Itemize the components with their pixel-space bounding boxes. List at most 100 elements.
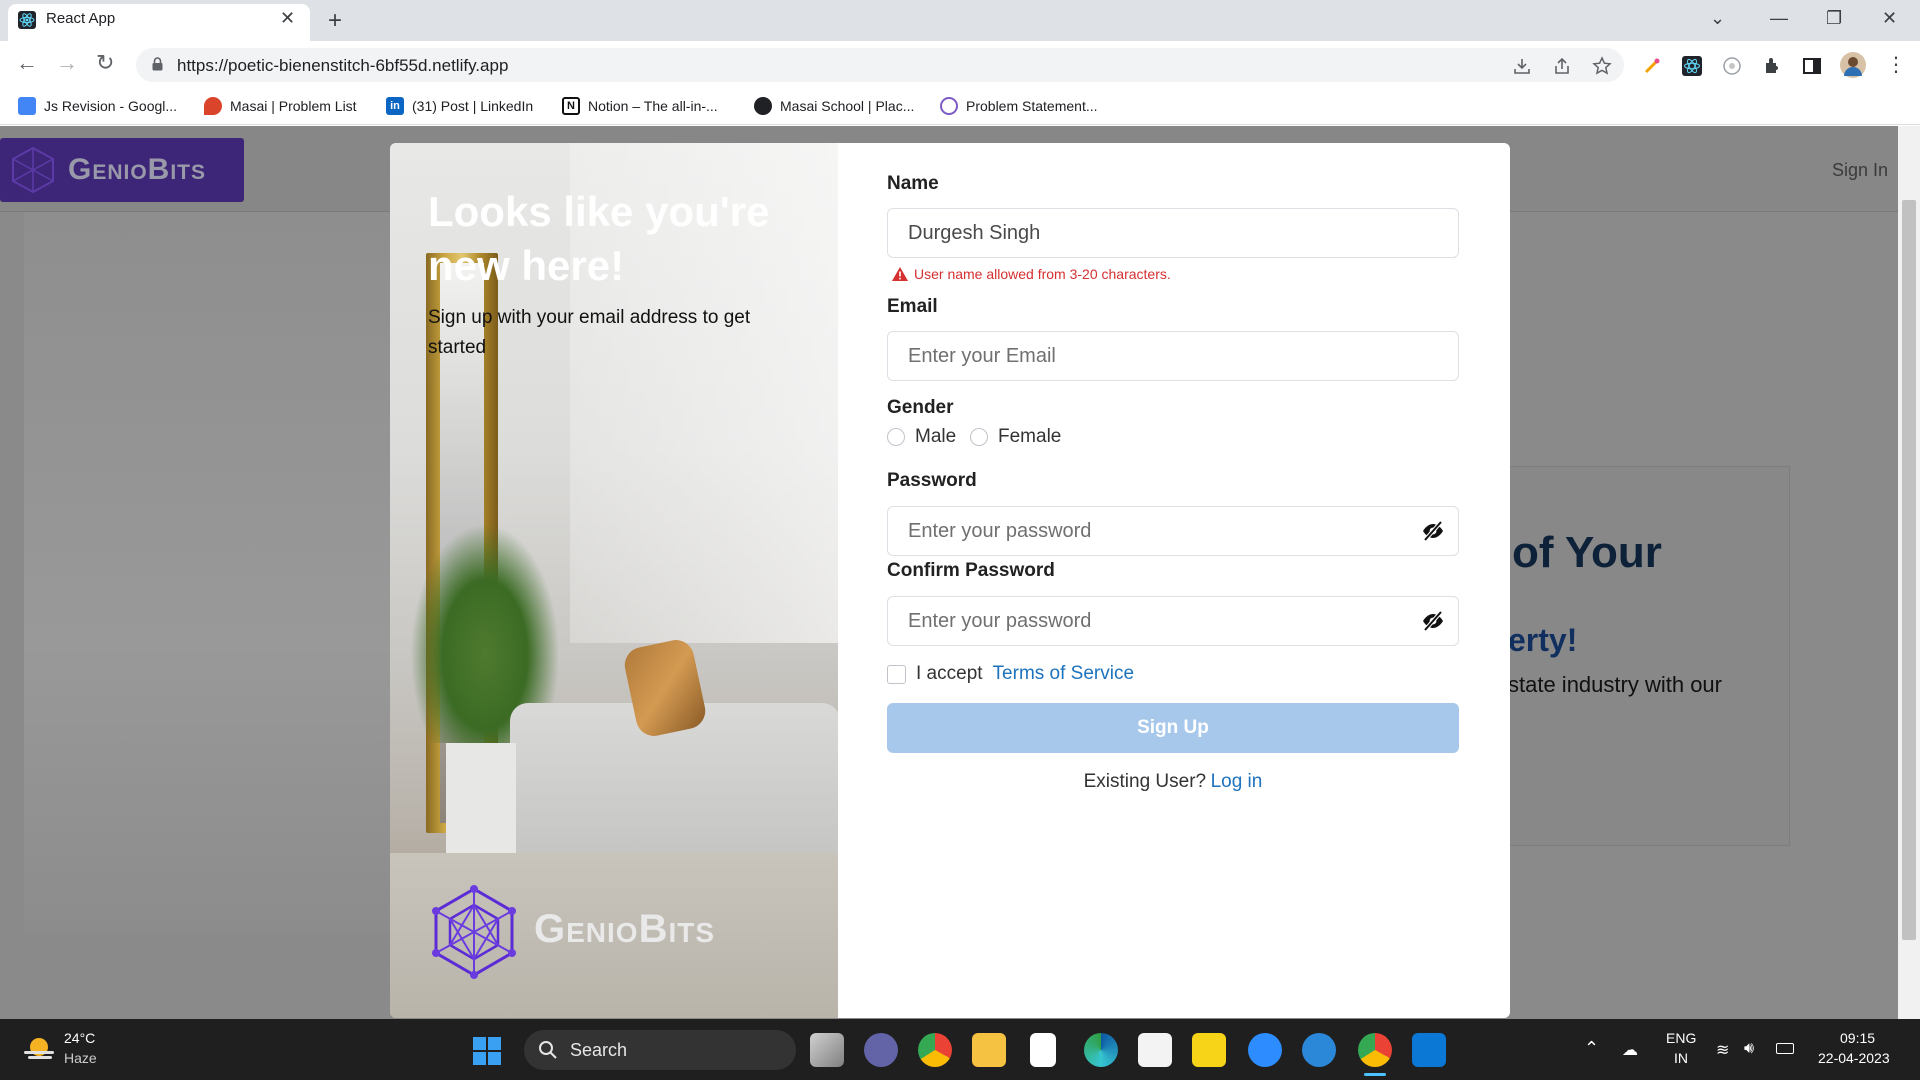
taskbar-search[interactable]: Search	[524, 1030, 796, 1070]
geniobits-logo-icon	[12, 146, 54, 194]
back-icon[interactable]: ←	[16, 50, 38, 76]
bookmark-label: (31) Post | LinkedIn	[412, 98, 534, 114]
tab-close-icon[interactable]: ✕	[280, 8, 295, 29]
windows-start-icon[interactable]	[472, 1036, 502, 1066]
confirm-password-label: Confirm Password	[887, 560, 1055, 581]
weather-desc[interactable]: Haze	[64, 1050, 97, 1066]
volume-icon[interactable]: 🔊︎	[1744, 1040, 1754, 1058]
eye-off-icon[interactable]	[1421, 609, 1445, 633]
show-hidden-icons-icon[interactable]: ⌃	[1584, 1038, 1599, 1059]
bookmark-item[interactable]: N Notion – The all-in-...	[562, 96, 718, 116]
share-icon[interactable]	[1552, 56, 1572, 76]
email-label: Email	[887, 296, 938, 317]
existing-user-text: Existing User?	[1083, 771, 1207, 792]
search-label: Search	[570, 1039, 628, 1060]
bookmark-item[interactable]: in (31) Post | LinkedIn	[386, 96, 533, 116]
file-explorer-icon[interactable]	[972, 1033, 1006, 1067]
battery-icon[interactable]	[1776, 1043, 1794, 1054]
vscode-icon[interactable]	[1412, 1033, 1446, 1067]
name-error: User name allowed from 3-20 characters.	[892, 266, 1171, 282]
eye-off-icon[interactable]	[1421, 519, 1445, 543]
microsoft-store-icon[interactable]	[1138, 1033, 1172, 1067]
password-label: Password	[887, 470, 977, 491]
language-top[interactable]: ENG	[1666, 1030, 1696, 1046]
terms-of-service-link[interactable]: Terms of Service	[993, 663, 1134, 685]
side-panel-icon[interactable]	[1802, 56, 1822, 76]
female-label: Female	[998, 426, 1062, 447]
new-tab-icon[interactable]: +	[328, 7, 342, 35]
postman-notes-icon[interactable]	[1192, 1033, 1226, 1067]
install-app-icon[interactable]	[1512, 56, 1532, 76]
accept-label: I accept	[916, 663, 983, 684]
task-view-icon[interactable]	[810, 1033, 844, 1067]
extensions-puzzle-icon[interactable]	[1762, 56, 1782, 76]
sign-in-link[interactable]: Sign In	[1832, 160, 1888, 181]
sign-up-button[interactable]: Sign Up	[887, 703, 1459, 753]
forward-icon[interactable]: →	[56, 50, 78, 76]
bookmark-label: Problem Statement...	[966, 98, 1098, 114]
lock-icon[interactable]	[152, 57, 163, 71]
restore-icon[interactable]: ❐	[1826, 8, 1842, 29]
password-input[interactable]	[887, 506, 1459, 556]
language-bottom[interactable]: IN	[1674, 1050, 1688, 1066]
signup-subheading: Sign up with your email address to get s…	[428, 307, 751, 358]
wifi-icon[interactable]: ≋	[1716, 1040, 1729, 1060]
signup-heading: Looks like you're new here!	[428, 188, 770, 289]
notion-icon: N	[562, 97, 580, 115]
teams-chat-icon[interactable]	[864, 1033, 898, 1067]
chrome-icon[interactable]	[918, 1033, 952, 1067]
bookmark-star-icon[interactable]	[1592, 56, 1612, 76]
clock-time[interactable]: 09:15	[1840, 1030, 1875, 1046]
tab-title: React App	[46, 10, 116, 27]
bookmark-label: Js Revision - Googl...	[44, 98, 178, 114]
minimize-icon[interactable]: —	[1770, 8, 1788, 29]
weather-haze-icon[interactable]	[22, 1034, 56, 1064]
profile-avatar[interactable]	[1840, 52, 1866, 78]
log-in-link[interactable]: Log in	[1211, 771, 1263, 792]
help-icon[interactable]	[1302, 1033, 1336, 1067]
color-picker-extension-icon[interactable]	[1642, 56, 1662, 76]
warning-icon	[892, 267, 908, 281]
edge-icon[interactable]	[1084, 1033, 1118, 1067]
terms-row: I accept Terms of Service	[887, 663, 1134, 685]
confirm-password-input[interactable]	[887, 596, 1459, 646]
react-devtools-icon[interactable]	[1682, 56, 1702, 76]
chrome-active-icon[interactable]	[1358, 1033, 1392, 1067]
gender-option-female[interactable]: Female	[970, 426, 1061, 448]
name-error-text: User name allowed from 3-20 characters.	[914, 266, 1171, 282]
close-window-icon[interactable]: ✕	[1882, 8, 1897, 29]
onedrive-icon[interactable]: ☁	[1622, 1040, 1638, 1060]
login-prompt: Existing User? Log in	[887, 771, 1459, 793]
reload-icon[interactable]: ↻	[96, 50, 114, 76]
accept-terms-checkbox[interactable]	[887, 664, 906, 684]
site-logo-text: GenioBits	[68, 153, 207, 186]
extension-circle-icon[interactable]	[1722, 56, 1742, 76]
scrollbar-thumb[interactable]	[1902, 200, 1916, 940]
bookmark-item[interactable]: Masai | Problem List	[204, 96, 357, 116]
browser-menu-icon[interactable]: ⋮	[1886, 52, 1906, 77]
gender-option-male[interactable]: Male	[887, 426, 956, 448]
react-icon	[940, 97, 958, 115]
name-input[interactable]	[887, 208, 1459, 258]
email-input[interactable]	[887, 331, 1459, 381]
bookmark-item[interactable]: Masai School | Plac...	[754, 96, 914, 116]
tab-search-chevron-icon[interactable]: ⌄	[1710, 8, 1725, 29]
weather-temp[interactable]: 24°C	[64, 1030, 95, 1046]
google-docs-icon	[18, 97, 36, 115]
male-radio[interactable]	[887, 428, 905, 446]
side-table-decoration	[446, 743, 516, 853]
gender-label: Gender	[887, 397, 954, 418]
brand-wordmark: GenioBits	[534, 907, 716, 951]
url-text[interactable]: https://poetic-bienenstitch-6bf55d.netli…	[177, 56, 508, 76]
masai-icon	[204, 97, 222, 115]
zoom-icon[interactable]	[1248, 1033, 1282, 1067]
clock-date[interactable]: 22-04-2023	[1818, 1050, 1890, 1066]
bookmark-item[interactable]: Problem Statement...	[940, 96, 1098, 116]
hero-subheading: erty!	[1508, 622, 1578, 658]
signup-modal: Looks like you're new here! Sign up with…	[390, 143, 1510, 1018]
female-radio[interactable]	[970, 428, 988, 446]
site-logo[interactable]: GenioBits	[0, 138, 244, 202]
mongodb-compass-icon[interactable]	[1030, 1033, 1056, 1067]
bookmark-label: Notion – The all-in-...	[588, 98, 718, 114]
bookmark-item[interactable]: Js Revision - Googl...	[18, 96, 177, 116]
